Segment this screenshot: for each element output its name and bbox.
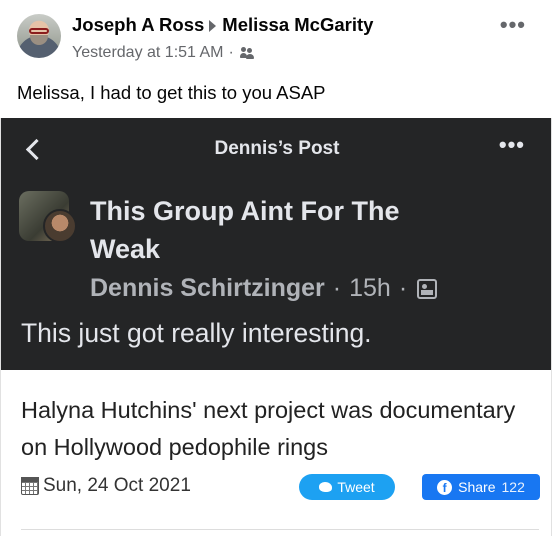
screenshot-time: 15h bbox=[349, 274, 391, 302]
friends-icon[interactable] bbox=[239, 47, 254, 59]
avatar-beard bbox=[30, 35, 48, 45]
calendar-icon bbox=[21, 477, 39, 495]
photo-icon bbox=[417, 278, 438, 299]
twitter-bird-icon bbox=[319, 482, 333, 492]
avatar-glasses bbox=[29, 28, 49, 34]
screenshot-body: This just got really interesting. bbox=[21, 318, 372, 348]
time-separator: · bbox=[398, 274, 408, 302]
post-text: Melissa, I had to get this to you ASAP bbox=[17, 82, 326, 103]
screenshot-header-title: Dennis’s Post bbox=[214, 138, 340, 159]
article-card: Halyna Hutchins' next project was docume… bbox=[0, 370, 552, 536]
facebook-icon: f bbox=[437, 479, 453, 495]
tweet-label: Tweet bbox=[337, 479, 375, 495]
author-name-link[interactable]: Joseph A Ross bbox=[72, 14, 204, 36]
post-meta: Yesterday at 1:51 AM · bbox=[72, 44, 254, 62]
screenshot-author-name: Dennis Schirtzinger bbox=[90, 274, 325, 302]
share-count: 122 bbox=[501, 479, 525, 495]
share-label: Share bbox=[458, 479, 496, 495]
member-photo bbox=[43, 209, 77, 243]
meta-separator: · bbox=[228, 44, 234, 61]
divider bbox=[21, 529, 539, 530]
tweet-button: Tweet bbox=[299, 474, 395, 500]
arrow-right-icon bbox=[209, 20, 217, 32]
screenshot-author-line: Dennis Schirtzinger · 15h · bbox=[90, 274, 438, 303]
article-headline: Halyna Hutchins' next project was docume… bbox=[21, 397, 516, 460]
article-date: Sun, 24 Oct 2021 bbox=[21, 475, 191, 497]
more-options-icon[interactable]: ••• bbox=[500, 14, 526, 36]
recipient-name-link[interactable]: Melissa McGarity bbox=[222, 14, 373, 36]
post-names: Joseph A Ross Melissa McGarity bbox=[72, 14, 373, 36]
group-name: This Group Aint For The Weak bbox=[90, 196, 400, 264]
post-header: Joseph A Ross Melissa McGarity Yesterday… bbox=[0, 0, 552, 70]
group-avatar bbox=[19, 191, 77, 247]
share-button: f Share 122 bbox=[422, 474, 540, 500]
embedded-screenshot: Dennis’s Post ••• This Group Aint For Th… bbox=[0, 118, 552, 370]
post-timestamp[interactable]: Yesterday at 1:51 AM bbox=[72, 44, 224, 62]
author-avatar[interactable] bbox=[17, 14, 61, 58]
more-options-icon: ••• bbox=[498, 132, 525, 157]
article-date-text: Sun, 24 Oct 2021 bbox=[43, 475, 191, 496]
author-separator: · bbox=[332, 274, 342, 302]
